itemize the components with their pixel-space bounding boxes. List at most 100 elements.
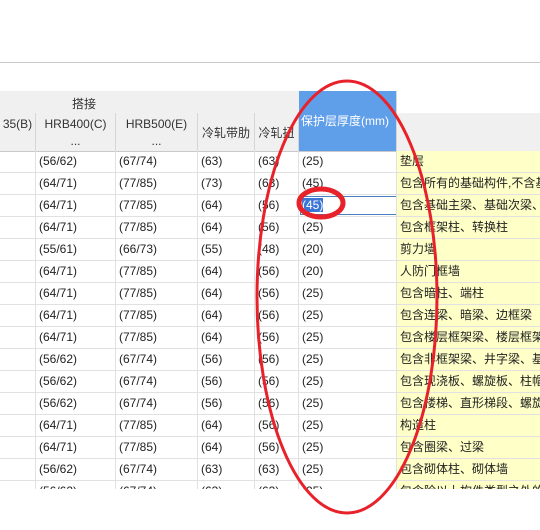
cell-hrb500[interactable]: (77/85) <box>116 305 198 326</box>
cell-cover-thickness[interactable]: (25) <box>299 371 397 392</box>
cell-hrb400[interactable]: (64/71) <box>36 415 116 436</box>
cell-cover-thickness[interactable]: (20) <box>299 261 397 282</box>
cell-hrb400[interactable]: (64/71) <box>36 283 116 304</box>
cell-remarks[interactable]: 人防门框墙 <box>397 261 540 282</box>
cell-hrb500[interactable]: (77/85) <box>116 261 198 282</box>
cell-cold-rolled-ribbed[interactable]: (64) <box>198 437 255 458</box>
cell-remarks[interactable]: 包含所有的基础构件,不含基 <box>397 173 540 194</box>
cell-cold-rolled-twisted[interactable]: (63) <box>255 459 299 480</box>
cell-hrb500[interactable]: (77/85) <box>116 217 198 238</box>
cell-remarks[interactable]: 包含现浇板、螺旋板、柱帽 <box>397 371 540 392</box>
cell-cover-thickness[interactable]: (25) <box>299 415 397 436</box>
table-row[interactable]: (56/62) (67/74) (56) (56) (25) 包含非框架梁、井字梁、基 <box>0 349 540 371</box>
cell-hrb400[interactable]: (64/71) <box>36 437 116 458</box>
cell-remarks[interactable]: 包含砌体柱、砌体墙 <box>397 459 540 480</box>
cell-hrb335[interactable] <box>0 195 36 216</box>
cell-cold-rolled-ribbed[interactable]: (63) <box>198 481 255 489</box>
cell-hrb500[interactable]: (77/85) <box>116 283 198 304</box>
cell-hrb335[interactable] <box>0 217 36 238</box>
cell-cold-rolled-ribbed[interactable]: (56) <box>198 349 255 370</box>
cell-hrb335[interactable] <box>0 327 36 348</box>
cell-cover-thickness[interactable]: (25) <box>299 437 397 458</box>
cell-hrb500[interactable]: (67/74) <box>116 151 198 172</box>
cell-cold-rolled-twisted[interactable]: (63) <box>255 173 299 194</box>
cell-cold-rolled-ribbed[interactable]: (64) <box>198 305 255 326</box>
cell-hrb400[interactable]: (56/62) <box>36 393 116 414</box>
cell-cover-thickness[interactable]: (25) <box>299 305 397 326</box>
cell-hrb400[interactable]: (56/62) <box>36 371 116 392</box>
cell-cold-rolled-ribbed[interactable]: (64) <box>198 415 255 436</box>
cell-cold-rolled-twisted[interactable]: (56) <box>255 327 299 348</box>
cell-cold-rolled-twisted[interactable]: (56) <box>255 261 299 282</box>
table-row[interactable]: (64/71) (77/85) (64) (56) (20) 人防门框墙 <box>0 261 540 283</box>
cell-hrb500[interactable]: (67/74) <box>116 393 198 414</box>
cell-cold-rolled-twisted[interactable]: (56) <box>255 437 299 458</box>
column-header-cold-rolled-ribbed[interactable]: 冷轧带肋 <box>198 113 255 151</box>
cell-cold-rolled-ribbed[interactable]: (63) <box>198 459 255 480</box>
cell-remarks[interactable]: 包含暗柱、端柱 <box>397 283 540 304</box>
table-row[interactable]: (56/62) (67/74) (56) (56) (25) 包含现浇板、螺旋板、柱帽 <box>0 371 540 393</box>
cell-remarks[interactable]: 包含框架柱、转换柱 <box>397 217 540 238</box>
cell-cold-rolled-ribbed[interactable]: (63) <box>198 151 255 172</box>
cell-cover-thickness[interactable]: (25) <box>299 349 397 370</box>
cell-cold-rolled-ribbed[interactable]: (56) <box>198 393 255 414</box>
cell-hrb335[interactable] <box>0 283 36 304</box>
column-header-hrb335[interactable]: 35(B) <box>0 113 36 151</box>
cell-hrb400[interactable]: (64/71) <box>36 261 116 282</box>
cell-cover-thickness[interactable]: (25) <box>299 327 397 348</box>
cell-cold-rolled-ribbed[interactable]: (56) <box>198 371 255 392</box>
cell-hrb335[interactable] <box>0 437 36 458</box>
cell-cold-rolled-ribbed[interactable]: (64) <box>198 217 255 238</box>
cell-cover-thickness[interactable]: (25) <box>299 393 397 414</box>
cell-hrb500[interactable]: (66/73) <box>116 239 198 260</box>
cell-cold-rolled-twisted[interactable]: (56) <box>255 283 299 304</box>
cell-hrb500[interactable]: (67/74) <box>116 459 198 480</box>
cell-cold-rolled-twisted[interactable]: (56) <box>255 371 299 392</box>
table-row[interactable]: (56/62) (67/74) (63) (63) (25) 垫层 <box>0 151 540 173</box>
cell-cover-thickness[interactable]: (45) <box>299 195 397 216</box>
cell-cover-thickness[interactable]: (45) <box>299 173 397 194</box>
column-header-hrb500[interactable]: HRB500(E) ... <box>116 113 198 151</box>
cell-hrb500[interactable]: (77/85) <box>116 195 198 216</box>
table-row[interactable]: (64/71) (77/85) (73) (63) (45) 包含所有的基础构件,不含基 <box>0 173 540 195</box>
cell-hrb335[interactable] <box>0 349 36 370</box>
cell-cold-rolled-ribbed[interactable]: (73) <box>198 173 255 194</box>
cell-remarks[interactable]: 包含圈梁、过梁 <box>397 437 540 458</box>
table-row[interactable]: (64/71) (77/85) (64) (56) (45) 包含基础主梁、基础次梁、 <box>0 195 540 217</box>
column-header-remarks[interactable] <box>397 113 540 151</box>
cell-hrb500[interactable]: (67/74) <box>116 371 198 392</box>
cell-cold-rolled-ribbed[interactable]: (55) <box>198 239 255 260</box>
cell-cold-rolled-ribbed[interactable]: (64) <box>198 195 255 216</box>
cell-hrb335[interactable] <box>0 481 36 489</box>
cell-cold-rolled-twisted[interactable]: (56) <box>255 415 299 436</box>
cell-hrb500[interactable]: (77/85) <box>116 415 198 436</box>
cell-remarks[interactable]: 包含连梁、暗梁、边框梁 <box>397 305 540 326</box>
cell-remarks[interactable]: 构造柱 <box>397 415 540 436</box>
cell-hrb500[interactable]: (77/85) <box>116 327 198 348</box>
cell-hrb400[interactable]: (56/62) <box>36 481 116 489</box>
cell-cover-thickness[interactable]: (20) <box>299 239 397 260</box>
cell-cold-rolled-twisted[interactable]: (56) <box>255 393 299 414</box>
cell-remarks[interactable]: 包含非框架梁、井字梁、基 <box>397 349 540 370</box>
table-row[interactable]: (64/71) (77/85) (64) (56) (25) 包含圈梁、过梁 <box>0 437 540 459</box>
cell-cover-thickness[interactable]: (25) <box>299 217 397 238</box>
cell-hrb335[interactable] <box>0 371 36 392</box>
table-row[interactable]: (55/61) (66/73) (55) (48) (20) 剪力墙 <box>0 239 540 261</box>
cell-remarks[interactable]: 包含除以上构件类型之外的 <box>397 481 540 489</box>
cell-cover-thickness[interactable]: (25) <box>299 459 397 480</box>
column-header-cold-rolled-twisted[interactable]: 冷轧扭 <box>255 113 299 151</box>
table-row[interactable]: (64/71) (77/85) (64) (56) (25) 包含框架柱、转换柱 <box>0 217 540 239</box>
column-header-hrb400[interactable]: HRB400(C) ... <box>36 113 116 151</box>
cell-hrb400[interactable]: (55/61) <box>36 239 116 260</box>
cell-hrb400[interactable]: (56/62) <box>36 459 116 480</box>
cell-hrb335[interactable] <box>0 151 36 172</box>
cell-hrb500[interactable]: (77/85) <box>116 173 198 194</box>
cell-hrb400[interactable]: (64/71) <box>36 173 116 194</box>
cell-hrb335[interactable] <box>0 239 36 260</box>
cell-cold-rolled-twisted[interactable]: (56) <box>255 305 299 326</box>
cell-hrb400[interactable]: (56/62) <box>36 349 116 370</box>
cell-hrb400[interactable]: (64/71) <box>36 217 116 238</box>
cell-cover-thickness[interactable]: (25) <box>299 481 397 489</box>
table-row[interactable]: (56/62)(67/74)(63)(63)(25)包含除以上构件类型之外的 <box>0 481 540 489</box>
cell-cold-rolled-twisted[interactable]: (63) <box>255 151 299 172</box>
